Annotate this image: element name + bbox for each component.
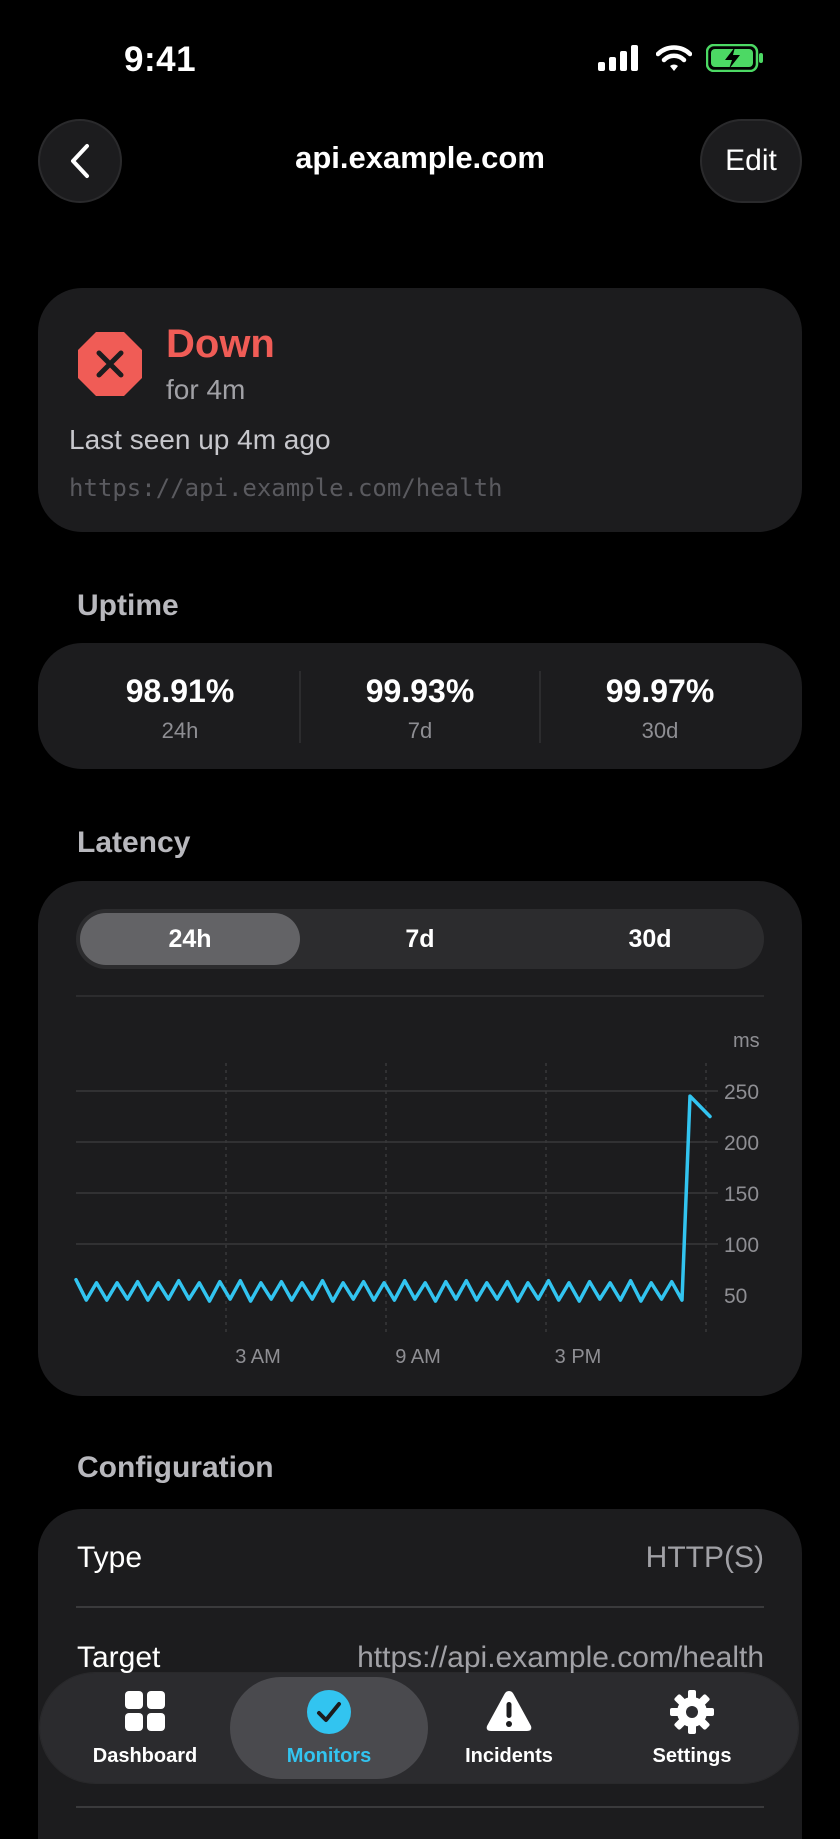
tab-monitors[interactable]: Monitors (244, 1673, 414, 1783)
x-tick-label: 9 AM (395, 1346, 441, 1368)
y-tick-label: 150 (724, 1183, 759, 1206)
warning-triangle-icon (486, 1691, 532, 1731)
y-tick-label: 100 (724, 1234, 759, 1257)
tab-label: Dashboard (92, 1745, 198, 1767)
divider (76, 1606, 764, 1608)
y-tick-label: 200 (724, 1132, 759, 1155)
checkmark-circle-icon (307, 1690, 351, 1734)
tab-incidents[interactable]: Incidents (424, 1673, 594, 1783)
latency-series-line (74, 1094, 712, 1303)
config-key-type: Type (77, 1541, 143, 1574)
tab-bar: Dashboard Monitors Incidents Settings (40, 1673, 798, 1783)
divider (76, 1806, 764, 1808)
y-tick-label: 250 (724, 1081, 759, 1104)
x-tick-label: 3 AM (235, 1346, 281, 1368)
tab-label: Monitors (286, 1745, 372, 1767)
gear-icon (670, 1690, 714, 1734)
tab-settings[interactable]: Settings (607, 1673, 777, 1783)
config-value-type: HTTP(S) (645, 1541, 764, 1574)
x-tick-label: 3 PM (555, 1346, 602, 1368)
tab-label: Incidents (465, 1745, 553, 1767)
tab-dashboard[interactable]: Dashboard (60, 1673, 230, 1783)
configuration-section-title: Configuration (77, 1451, 274, 1484)
tab-label: Settings (652, 1745, 732, 1767)
y-tick-label: 50 (724, 1285, 747, 1308)
y-axis-unit: ms (733, 1030, 760, 1052)
grid-icon (125, 1691, 165, 1731)
config-value-target: https://api.example.com/health (357, 1641, 764, 1674)
config-key-target: Target (77, 1641, 161, 1674)
